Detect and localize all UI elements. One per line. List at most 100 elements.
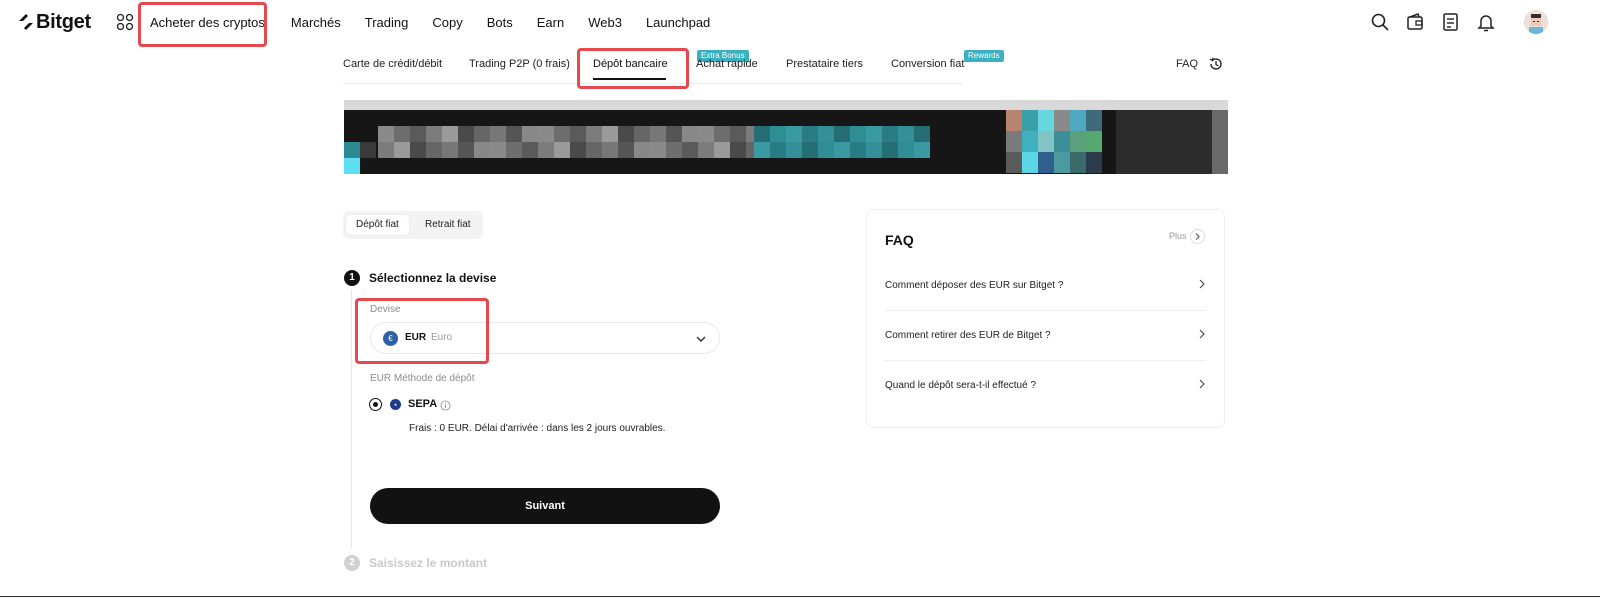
banner-pixel-block [730, 142, 746, 158]
banner-pixel-block [490, 142, 506, 158]
banner-pixel-block [1038, 110, 1054, 131]
banner-pixel-block [394, 142, 410, 158]
orders-icon[interactable] [1441, 12, 1461, 32]
bitget-logo-icon [19, 14, 33, 30]
nav-item-earn[interactable]: Earn [537, 15, 564, 30]
banner-pixel-block [1006, 110, 1022, 131]
faq-question-1[interactable]: Comment déposer des EUR sur Bitget ? [885, 280, 1063, 291]
notification-bell-icon[interactable] [1476, 12, 1496, 32]
deposit-method-tabs: Carte de crédit/débit Trading P2P (0 fra… [343, 50, 1004, 84]
tab-p2p-trading[interactable]: Trading P2P (0 frais) [469, 58, 570, 70]
chevron-right-icon[interactable] [1198, 279, 1206, 289]
faq-more-button[interactable] [1190, 229, 1205, 244]
search-icon[interactable] [1370, 12, 1390, 32]
nav-item-copy[interactable]: Copy [432, 15, 462, 30]
banner-pixel-block [802, 142, 818, 158]
next-button[interactable]: Suivant [370, 488, 720, 524]
tab-third-party[interactable]: Prestataire tiers [786, 58, 863, 70]
banner-pixel-block [1022, 110, 1038, 131]
banner-top-strip [344, 100, 1228, 110]
currency-name: Euro [431, 332, 453, 343]
currency-select[interactable]: € EUR Euro [370, 322, 720, 354]
nav-item-launchpad[interactable]: Launchpad [646, 15, 710, 30]
step-1-title: Sélectionnez la devise [369, 271, 497, 285]
sepa-icon: ★ [390, 399, 401, 410]
banner-pixel-block [474, 142, 490, 158]
banner-pixel-block [914, 142, 930, 158]
banner-pixel-block [426, 126, 442, 142]
faq-card: FAQ Plus Comment déposer des EUR sur Bit… [866, 209, 1225, 428]
nav-item-buy-crypto[interactable]: Acheter des cryptos [150, 15, 265, 30]
banner-pixel-block [410, 142, 426, 158]
tab-fiat-conversion[interactable]: Conversion fiat [891, 58, 964, 70]
banner-pixel-block [786, 126, 802, 142]
banner-pixel-block [1054, 131, 1070, 152]
banner-pixel-block [1006, 131, 1022, 152]
faq-question-2[interactable]: Comment retirer des EUR de Bitget ? [885, 330, 1051, 341]
tab-bank-deposit[interactable]: Dépôt bancaire [593, 58, 668, 70]
banner-pixel-block [586, 142, 602, 158]
faq-title: FAQ [885, 232, 914, 248]
banner-pixel-block [802, 126, 818, 142]
user-avatar[interactable] [1524, 10, 1548, 34]
bitget-logo[interactable]: Bitget [18, 10, 91, 34]
faq-link[interactable]: FAQ [1176, 58, 1198, 70]
top-navigation: Bitget Acheter des cryptos Marchés Tradi… [0, 0, 1600, 44]
banner-pixel-block [682, 126, 698, 142]
banner-pixel-block [538, 126, 554, 142]
nav-item-bots[interactable]: Bots [487, 15, 513, 30]
banner-pixel-block [506, 142, 522, 158]
banner-pixel-block [1022, 152, 1038, 173]
banner-pixel-block [522, 142, 538, 158]
banner-pixel-block [554, 126, 570, 142]
faq-question-3[interactable]: Quand le dépôt sera-t-il effectué ? [885, 380, 1036, 391]
nav-item-markets[interactable]: Marchés [291, 15, 341, 30]
banner-pixel-block [586, 126, 602, 142]
banner-pixel-block [850, 142, 866, 158]
banner-pixel-block [442, 142, 458, 158]
banner-pixel-block [1070, 131, 1086, 152]
banner-pixel-block [1086, 110, 1102, 131]
active-tab-underline [593, 78, 666, 80]
deposit-withdraw-switch: Dépôt fiat Retrait fiat [343, 211, 483, 239]
history-icon[interactable] [1208, 56, 1224, 72]
sepa-radio[interactable] [369, 398, 382, 411]
step-1-number: 1 [344, 270, 360, 286]
banner-pixel-block [818, 126, 834, 142]
chevron-right-icon[interactable] [1198, 329, 1206, 339]
banner-pixel-block [442, 126, 458, 142]
fiat-withdraw-tab[interactable]: Retrait fiat [415, 215, 481, 235]
banner-pixel-block [344, 142, 360, 158]
nav-item-web3[interactable]: Web3 [588, 15, 622, 30]
banner-pixel-block [1054, 110, 1070, 131]
info-icon[interactable] [440, 400, 451, 411]
step-2-title: Saisissez le montant [369, 556, 488, 570]
fee-info-text: Frais : 0 EUR. Délai d'arrivée : dans le… [409, 423, 666, 434]
banner-pixel-block [618, 142, 634, 158]
banner-pixel-block [490, 126, 506, 142]
banner-pixel-block [770, 126, 786, 142]
faq-more-link[interactable]: Plus [1169, 231, 1187, 241]
banner-pixel-block [882, 142, 898, 158]
banner-pixel-block [666, 142, 682, 158]
banner-pixel-block [818, 142, 834, 158]
banner-pixel-block [458, 126, 474, 142]
chevron-right-icon [1195, 233, 1200, 240]
banner-pixel-block [714, 142, 730, 158]
banner-pixel-block [554, 142, 570, 158]
banner-pixel-block [570, 142, 586, 158]
banner-pixel-block [650, 142, 666, 158]
tab-credit-card[interactable]: Carte de crédit/débit [343, 58, 442, 70]
banner-pixel-block [1006, 152, 1022, 173]
faq-divider [885, 360, 1206, 361]
tab-quick-buy[interactable]: Achat rapide [696, 58, 758, 70]
banner-pixel-block [834, 142, 850, 158]
chevron-right-icon[interactable] [1198, 379, 1206, 389]
promo-banner[interactable] [344, 100, 1228, 174]
fiat-deposit-tab[interactable]: Dépôt fiat [346, 215, 409, 235]
banner-pixel-block [602, 142, 618, 158]
apps-grid-icon[interactable] [116, 13, 134, 31]
nav-item-trading[interactable]: Trading [365, 15, 409, 30]
wallet-icon[interactable] [1405, 12, 1425, 32]
banner-pixel-block [1022, 131, 1038, 152]
